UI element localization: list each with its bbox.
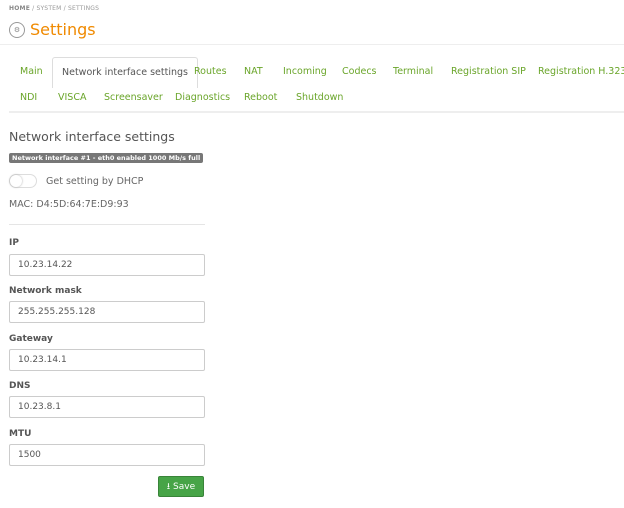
ip-input[interactable]	[9, 254, 205, 276]
tab-incoming[interactable]: Incoming	[283, 66, 327, 77]
tab-screensaver[interactable]: Screensaver	[104, 92, 163, 103]
save-button[interactable]: ⭳ Save	[158, 476, 204, 497]
tab-routes[interactable]: Routes	[194, 66, 227, 77]
tab-registration-h323[interactable]: Registration H.323	[538, 66, 624, 77]
settings-gear-icon: ⚙	[9, 21, 25, 38]
dns-input[interactable]	[9, 396, 205, 418]
tab-nat[interactable]: NAT	[244, 66, 263, 77]
gateway-label: Gateway	[9, 334, 53, 344]
tab-codecs[interactable]: Codecs	[342, 66, 377, 77]
interface-status-badge: Network interface #1 - eth0 enabled 1000…	[9, 153, 204, 163]
tab-shutdown[interactable]: Shutdown	[296, 92, 343, 103]
tab-bar-border	[9, 111, 624, 113]
save-label: Save	[173, 481, 196, 492]
mtu-input[interactable]	[9, 444, 205, 466]
breadcrumb-system[interactable]: / SYSTEM	[32, 5, 61, 12]
tab-network-interface-settings[interactable]: Network interface settings	[52, 57, 198, 88]
dns-label: DNS	[9, 381, 31, 391]
divider	[0, 44, 624, 45]
tab-reboot[interactable]: Reboot	[244, 92, 277, 103]
mtu-label: MTU	[9, 429, 32, 439]
breadcrumb-home[interactable]: HOME	[9, 5, 30, 12]
divider	[9, 224, 205, 225]
tab-diagnostics[interactable]: Diagnostics	[175, 92, 230, 103]
network-mask-input[interactable]	[9, 301, 205, 323]
tab-registration-sip[interactable]: Registration SIP	[451, 66, 526, 77]
page-title: ⚙ Settings	[9, 20, 96, 39]
dhcp-label: Get setting by DHCP	[46, 176, 144, 187]
page-title-text: Settings	[30, 20, 96, 39]
gateway-input[interactable]	[9, 349, 205, 371]
breadcrumb: HOME / SYSTEM / SETTINGS	[9, 5, 99, 12]
section-title: Network interface settings	[9, 129, 175, 144]
ip-label: IP	[9, 238, 19, 248]
breadcrumb-settings: / SETTINGS	[63, 5, 100, 12]
tab-main[interactable]: Main	[20, 66, 43, 77]
tab-ndi[interactable]: NDI	[20, 92, 37, 103]
download-icon: ⭳	[166, 481, 171, 492]
network-mask-label: Network mask	[9, 286, 82, 296]
dhcp-toggle[interactable]	[9, 174, 37, 188]
mac-address: MAC: D4:5D:64:7E:D9:93	[9, 199, 129, 210]
tab-visca[interactable]: VISCA	[58, 92, 86, 103]
tab-terminal[interactable]: Terminal	[393, 66, 433, 77]
